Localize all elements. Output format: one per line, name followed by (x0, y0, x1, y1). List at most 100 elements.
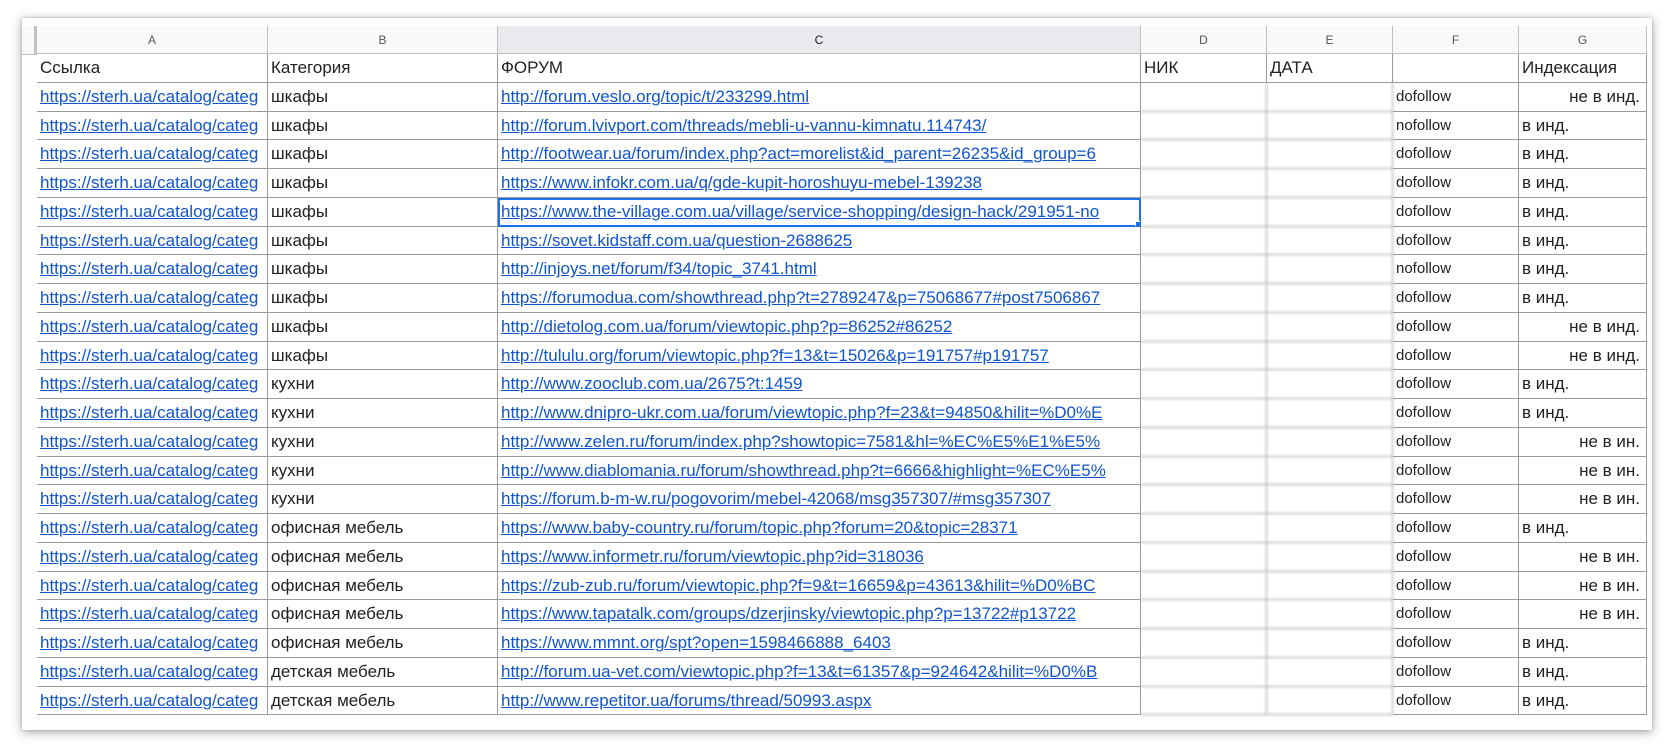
category-cell[interactable]: детская мебель (268, 657, 498, 687)
follow-type-cell[interactable]: dofollow (1393, 571, 1519, 601)
forum-url-cell[interactable]: http://www.zooclub.com.ua/2675?t:1459 (498, 370, 1141, 399)
category-cell[interactable]: шкафы (268, 226, 498, 256)
indexing-cell[interactable]: в инд. (1519, 169, 1647, 198)
forum-url-cell[interactable]: http://forum.lvivport.com/threads/mebli-… (498, 111, 1141, 141)
link-cell[interactable]: https://sterh.ua/catalog/categ (37, 169, 268, 198)
follow-type-cell[interactable]: dofollow (1393, 686, 1519, 716)
follow-type-cell[interactable]: nofollow (1393, 111, 1519, 141)
category-cell[interactable]: кухни (268, 399, 498, 428)
link-cell[interactable]: https://sterh.ua/catalog/categ (37, 600, 268, 629)
category-cell[interactable]: шкафы (268, 82, 498, 112)
category-cell[interactable]: офисная мебель (268, 571, 498, 601)
follow-type-cell[interactable]: dofollow (1393, 140, 1519, 169)
nick-cell[interactable] (1141, 341, 1267, 371)
date-cell[interactable] (1267, 686, 1393, 716)
forum-url-cell[interactable]: http://forum.veslo.org/topic/t/233299.ht… (498, 82, 1141, 112)
forum-url-cell[interactable]: https://forumodua.com/showthread.php?t=2… (498, 284, 1141, 313)
forum-url-cell[interactable]: https://zub-zub.ru/forum/viewtopic.php?f… (498, 571, 1141, 601)
date-cell[interactable] (1267, 571, 1393, 601)
forum-url-cell[interactable]: http://www.repetitor.ua/forums/thread/50… (498, 686, 1141, 716)
date-cell[interactable] (1267, 284, 1393, 313)
follow-type-cell[interactable]: dofollow (1393, 600, 1519, 629)
link-cell[interactable]: https://sterh.ua/catalog/categ (37, 657, 268, 687)
indexing-cell[interactable]: в инд. (1519, 140, 1647, 169)
date-cell[interactable] (1267, 600, 1393, 629)
forum-url-cell[interactable]: http://www.dnipro-ukr.com.ua/forum/viewt… (498, 399, 1141, 428)
date-cell[interactable] (1267, 111, 1393, 141)
link-cell[interactable]: https://sterh.ua/catalog/categ (37, 111, 268, 141)
date-cell[interactable] (1267, 197, 1393, 227)
date-cell[interactable] (1267, 657, 1393, 687)
link-cell[interactable]: https://sterh.ua/catalog/categ (37, 456, 268, 486)
nick-cell[interactable] (1141, 169, 1267, 198)
column-header-e[interactable]: E (1267, 26, 1393, 54)
indexing-cell[interactable]: в инд. (1519, 370, 1647, 399)
nick-cell[interactable] (1141, 686, 1267, 716)
header-cell-link[interactable]: Ссылка (37, 54, 268, 83)
category-cell[interactable]: офисная мебель (268, 514, 498, 543)
nick-cell[interactable] (1141, 370, 1267, 399)
forum-url-cell[interactable]: https://forum.b-m-w.ru/pogovorim/mebel-4… (498, 485, 1141, 514)
category-cell[interactable]: офисная мебель (268, 600, 498, 629)
category-cell[interactable]: шкафы (268, 312, 498, 342)
date-cell[interactable] (1267, 399, 1393, 428)
follow-type-cell[interactable]: dofollow (1393, 341, 1519, 371)
date-cell[interactable] (1267, 629, 1393, 658)
link-cell[interactable]: https://sterh.ua/catalog/categ (37, 197, 268, 227)
forum-url-cell[interactable]: http://www.diablomania.ru/forum/showthre… (498, 456, 1141, 486)
header-cell-category[interactable]: Категория (268, 54, 498, 83)
column-header-c[interactable]: C (498, 26, 1141, 54)
forum-url-cell[interactable]: http://forum.ua-vet.com/viewtopic.php?f=… (498, 657, 1141, 687)
indexing-cell[interactable]: в инд. (1519, 284, 1647, 313)
link-cell[interactable]: https://sterh.ua/catalog/categ (37, 140, 268, 169)
link-cell[interactable]: https://sterh.ua/catalog/categ (37, 571, 268, 601)
nick-cell[interactable] (1141, 542, 1267, 572)
indexing-cell[interactable]: не в ин. (1519, 485, 1647, 514)
forum-url-cell[interactable]: https://www.baby-country.ru/forum/topic.… (498, 514, 1141, 543)
indexing-cell[interactable]: не в ин. (1519, 427, 1647, 457)
nick-cell[interactable] (1141, 600, 1267, 629)
link-cell[interactable]: https://sterh.ua/catalog/categ (37, 686, 268, 716)
indexing-cell[interactable]: не в инд. (1519, 341, 1647, 371)
forum-url-cell[interactable]: https://sovet.kidstaff.com.ua/question-2… (498, 226, 1141, 256)
indexing-cell[interactable]: не в инд. (1519, 82, 1647, 112)
category-cell[interactable]: шкафы (268, 255, 498, 284)
indexing-cell[interactable]: не в ин. (1519, 600, 1647, 629)
indexing-cell[interactable]: в инд. (1519, 399, 1647, 428)
date-cell[interactable] (1267, 485, 1393, 514)
header-cell-nick[interactable]: НИК (1141, 54, 1267, 83)
date-cell[interactable] (1267, 341, 1393, 371)
date-cell[interactable] (1267, 82, 1393, 112)
date-cell[interactable] (1267, 456, 1393, 486)
category-cell[interactable]: шкафы (268, 169, 498, 198)
follow-type-cell[interactable]: nofollow (1393, 255, 1519, 284)
follow-type-cell[interactable]: dofollow (1393, 485, 1519, 514)
category-cell[interactable]: кухни (268, 370, 498, 399)
header-cell-f[interactable] (1393, 54, 1519, 83)
indexing-cell[interactable]: не в ин. (1519, 456, 1647, 486)
nick-cell[interactable] (1141, 485, 1267, 514)
follow-type-cell[interactable]: dofollow (1393, 456, 1519, 486)
date-cell[interactable] (1267, 169, 1393, 198)
follow-type-cell[interactable]: dofollow (1393, 169, 1519, 198)
link-cell[interactable]: https://sterh.ua/catalog/categ (37, 427, 268, 457)
forum-url-cell[interactable]: https://www.infokr.com.ua/q/gde-kupit-ho… (498, 169, 1141, 198)
header-cell-indexing[interactable]: Индексация (1519, 54, 1647, 83)
forum-url-cell[interactable]: https://www.informetr.ru/forum/viewtopic… (498, 542, 1141, 572)
category-cell[interactable]: шкафы (268, 284, 498, 313)
link-cell[interactable]: https://sterh.ua/catalog/categ (37, 341, 268, 371)
nick-cell[interactable] (1141, 312, 1267, 342)
indexing-cell[interactable]: не в инд. (1519, 312, 1647, 342)
nick-cell[interactable] (1141, 284, 1267, 313)
follow-type-cell[interactable]: dofollow (1393, 312, 1519, 342)
indexing-cell[interactable]: в инд. (1519, 255, 1647, 284)
link-cell[interactable]: https://sterh.ua/catalog/categ (37, 542, 268, 572)
date-cell[interactable] (1267, 312, 1393, 342)
nick-cell[interactable] (1141, 571, 1267, 601)
link-cell[interactable]: https://sterh.ua/catalog/categ (37, 485, 268, 514)
link-cell[interactable]: https://sterh.ua/catalog/categ (37, 284, 268, 313)
follow-type-cell[interactable]: dofollow (1393, 514, 1519, 543)
forum-url-cell[interactable]: https://www.tapatalk.com/groups/dzerjins… (498, 600, 1141, 629)
nick-cell[interactable] (1141, 226, 1267, 256)
date-cell[interactable] (1267, 542, 1393, 572)
